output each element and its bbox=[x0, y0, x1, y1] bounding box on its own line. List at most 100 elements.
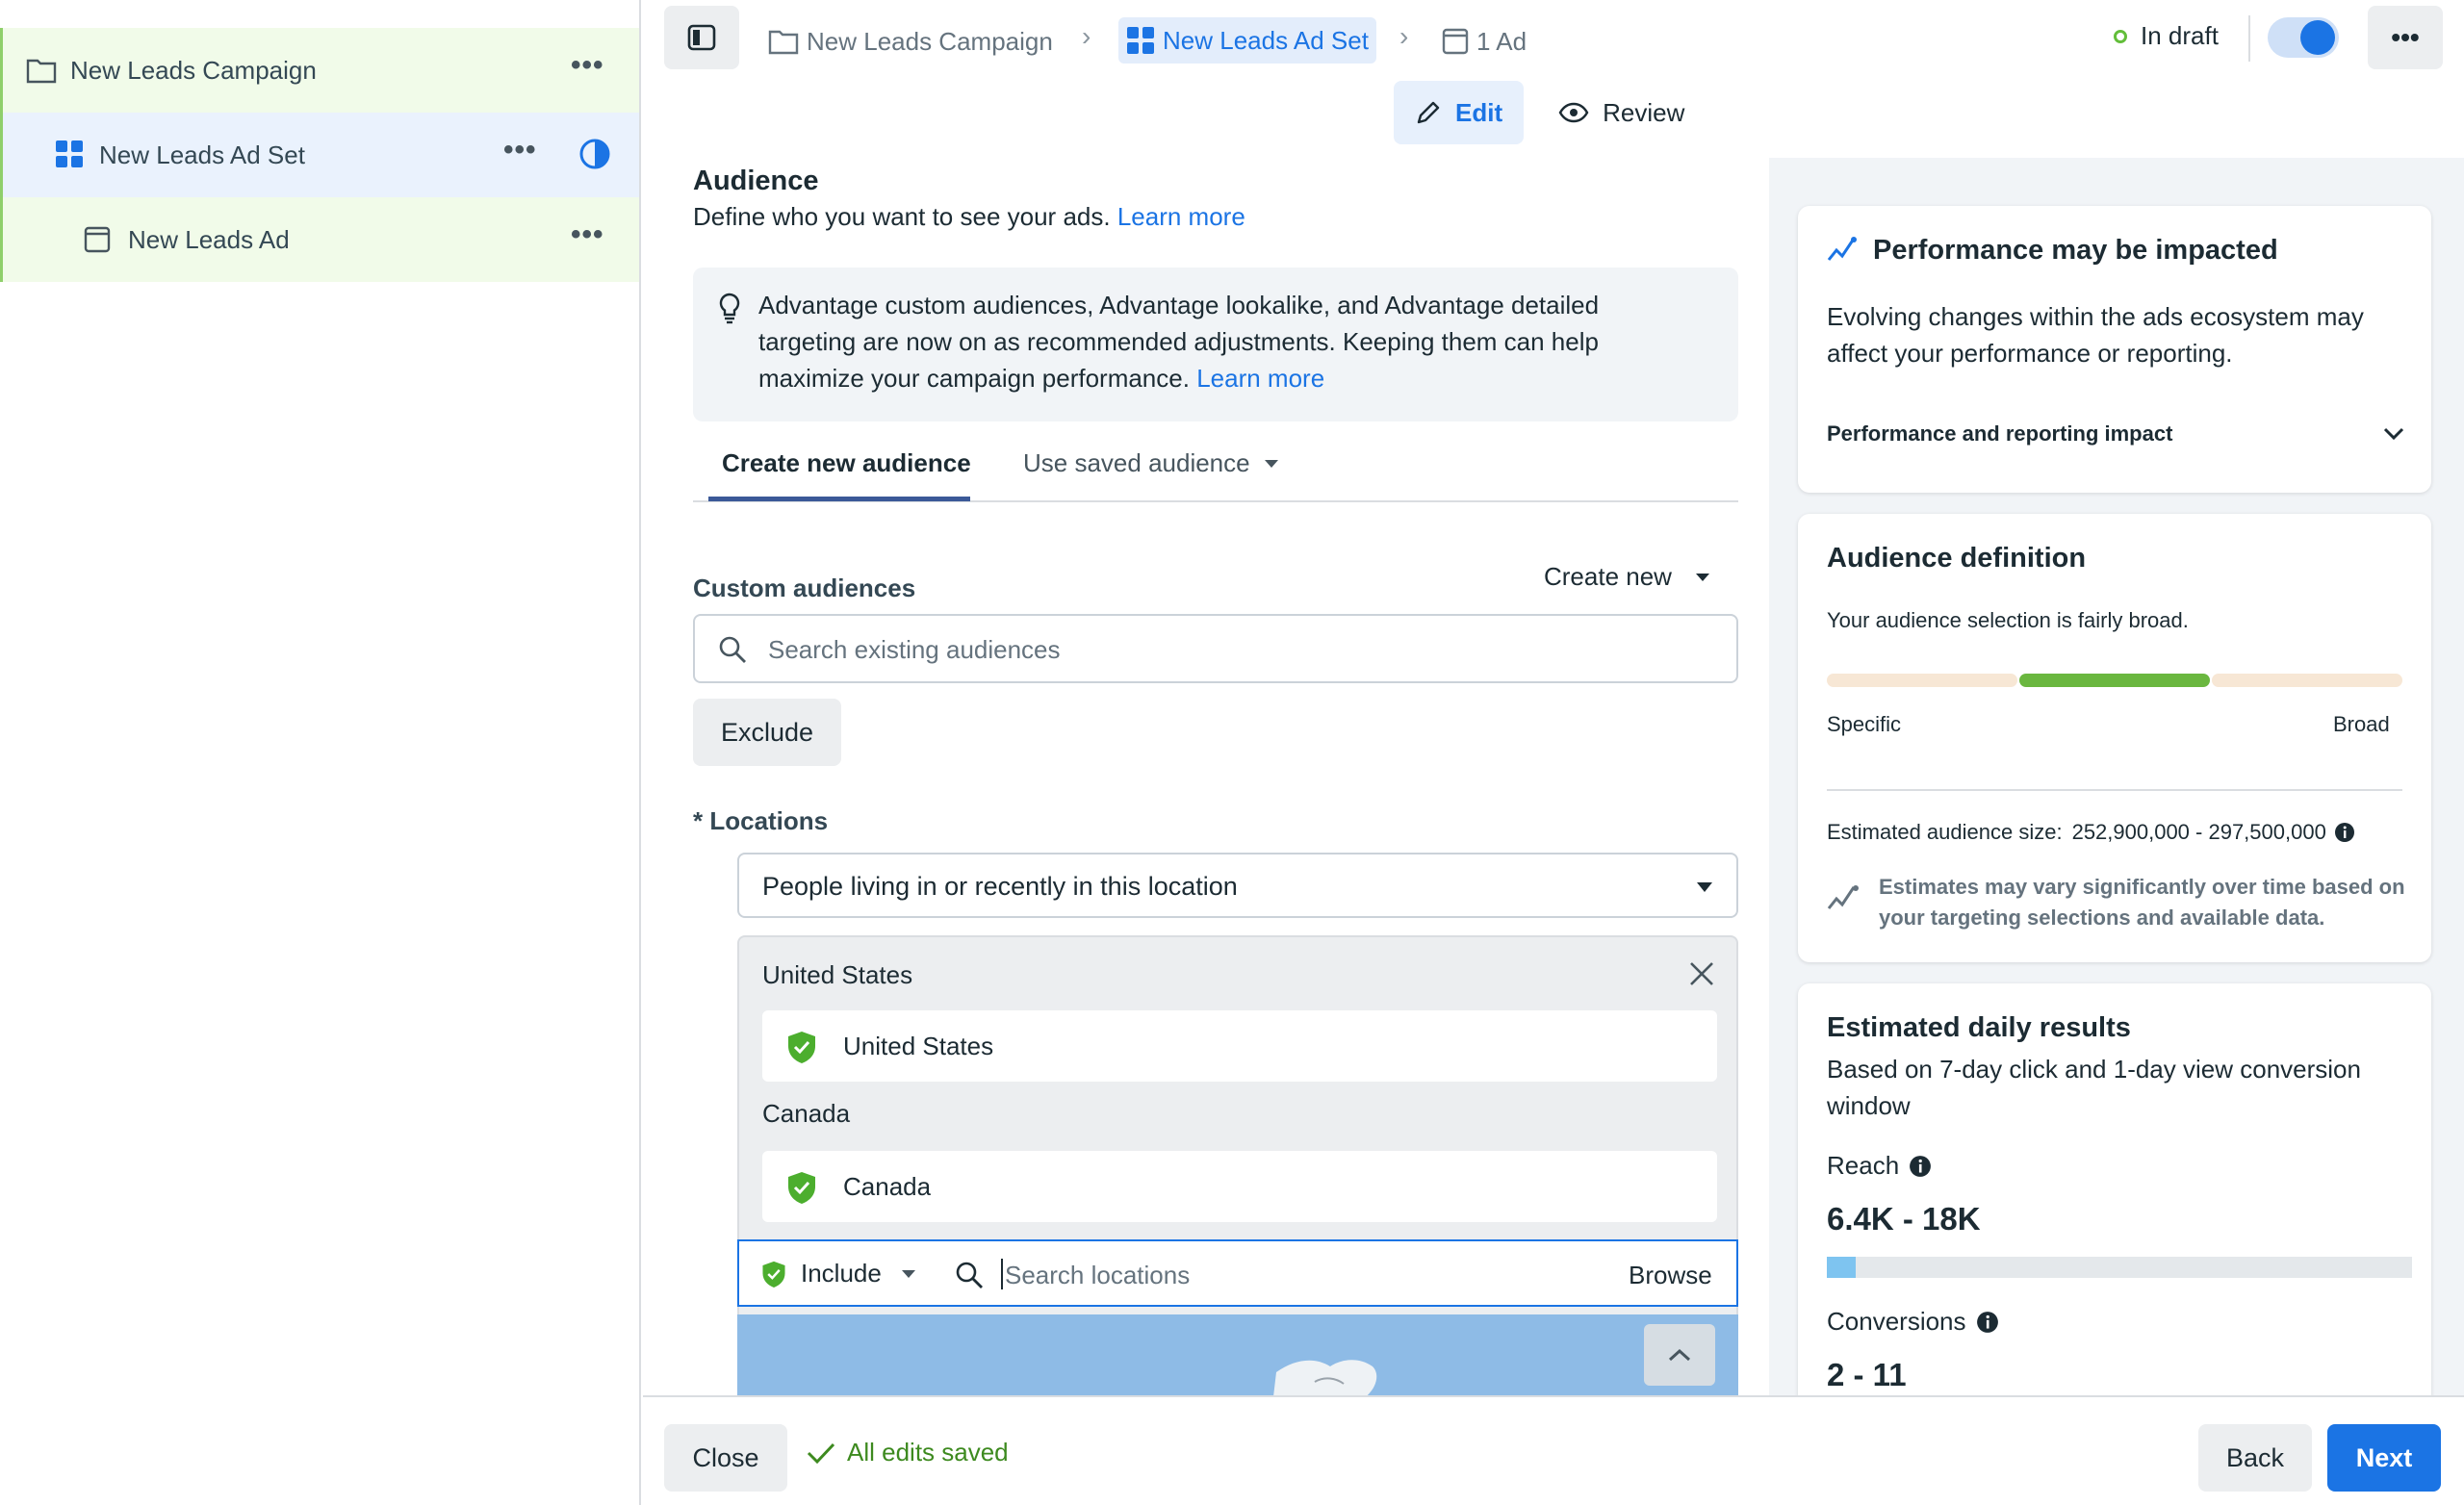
location-pin-icon bbox=[785, 1170, 818, 1205]
chevron-down-icon bbox=[2383, 427, 2404, 441]
sidebar-icon bbox=[687, 24, 716, 51]
caret-down-icon bbox=[1695, 573, 1709, 581]
footer-bar: Close All edits saved Back Next bbox=[643, 1395, 2464, 1505]
daily-title: Estimated daily results bbox=[1827, 1012, 2131, 1043]
collapse-map-button[interactable] bbox=[1644, 1324, 1715, 1386]
custom-audiences-label: Custom audiences bbox=[693, 574, 916, 602]
description-text: Define who you want to see your ads. bbox=[693, 202, 1111, 231]
more-icon[interactable]: ••• bbox=[571, 49, 604, 82]
meter-segment-broad bbox=[2212, 674, 2402, 687]
caret-down-icon bbox=[1264, 459, 1278, 468]
ad-icon bbox=[84, 226, 111, 253]
breadcrumb-ad[interactable]: 1 Ad bbox=[1442, 19, 1527, 64]
create-new-dropdown[interactable]: Create new bbox=[1544, 562, 1710, 592]
reach-label-row: Reach bbox=[1827, 1151, 1932, 1181]
close-button[interactable]: Close bbox=[664, 1424, 787, 1492]
size-value: 252,900,000 - 297,500,000 bbox=[2071, 820, 2326, 844]
tree-item-label: New Leads Ad bbox=[128, 225, 290, 254]
breadcrumb-adset[interactable]: New Leads Ad Set bbox=[1118, 17, 1376, 64]
tab-create-new-audience[interactable]: Create new audience bbox=[722, 448, 971, 478]
tree-item-ad[interactable]: New Leads Ad ••• bbox=[0, 197, 639, 282]
sidebar-toggle-button[interactable] bbox=[664, 6, 739, 69]
location-group-header: United States bbox=[762, 960, 913, 989]
info-icon[interactable] bbox=[2334, 822, 2355, 843]
edit-mode-button[interactable]: Edit bbox=[1394, 81, 1525, 144]
breadcrumb-ad-label: 1 Ad bbox=[1476, 26, 1527, 56]
draft-toggle[interactable] bbox=[2268, 17, 2339, 58]
reach-label: Reach bbox=[1827, 1151, 1900, 1180]
search-icon bbox=[718, 635, 747, 664]
definition-title: Audience definition bbox=[1827, 543, 2087, 574]
mode-switch: Edit Review bbox=[1394, 81, 1706, 144]
tree-item-adset[interactable]: New Leads Ad Set ••• bbox=[0, 113, 639, 197]
next-button[interactable]: Next bbox=[2327, 1424, 2441, 1492]
check-icon bbox=[807, 1442, 835, 1464]
text-cursor bbox=[1001, 1259, 1003, 1289]
audience-definition-card: Audience definition Your audience select… bbox=[1798, 514, 2431, 962]
location-item: Canada bbox=[762, 1151, 1717, 1222]
toggle-knob bbox=[2300, 20, 2335, 55]
section-description: Define who you want to see your ads. Lea… bbox=[693, 202, 1245, 232]
advantage-notice: Advantage custom audiences, Advantage lo… bbox=[693, 268, 1738, 421]
folder-icon bbox=[26, 57, 57, 84]
definition-summary: Your audience selection is fairly broad. bbox=[1827, 608, 2189, 632]
meter-left-label: Specific bbox=[1827, 712, 1902, 736]
campaign-tree: New Leads Campaign ••• New Leads Ad Set … bbox=[0, 0, 641, 1505]
map-graphic bbox=[737, 1314, 1738, 1395]
info-icon[interactable] bbox=[1976, 1311, 1999, 1334]
browse-button[interactable]: Browse bbox=[1629, 1261, 1712, 1290]
grid-icon bbox=[55, 140, 84, 168]
daily-subtitle: Based on 7-day click and 1-day view conv… bbox=[1827, 1055, 2361, 1120]
caret-down-icon bbox=[1697, 882, 1712, 892]
include-dropdown[interactable]: Include bbox=[760, 1259, 916, 1288]
folder-icon bbox=[768, 30, 799, 55]
performance-card: Performance may be impacted Evolving cha… bbox=[1798, 206, 2431, 493]
location-item-label: Canada bbox=[843, 1172, 932, 1201]
more-icon[interactable]: ••• bbox=[503, 134, 537, 166]
trend-icon bbox=[1827, 883, 1860, 912]
chevron-up-icon bbox=[1668, 1348, 1691, 1362]
daily-results-card: Estimated daily results Based on 7-day c… bbox=[1798, 983, 2431, 1395]
location-type-select[interactable]: People living in or recently in this loc… bbox=[737, 853, 1738, 918]
breadcrumb-adset-label: New Leads Ad Set bbox=[1163, 25, 1369, 55]
meter-segment-active bbox=[2019, 674, 2210, 687]
save-status-label: All edits saved bbox=[847, 1438, 1009, 1467]
conversions-label-row: Conversions bbox=[1827, 1307, 1999, 1337]
meter-right-label: Broad bbox=[2333, 712, 2390, 736]
search-audiences-input[interactable]: Search existing audiences bbox=[693, 614, 1738, 683]
insights-panel: Performance may be impacted Evolving cha… bbox=[1769, 158, 2464, 1395]
location-map[interactable] bbox=[737, 1314, 1738, 1395]
exclude-button[interactable]: Exclude bbox=[693, 699, 841, 766]
grid-icon bbox=[1127, 27, 1154, 54]
performance-impact-expander[interactable]: Performance and reporting impact bbox=[1827, 421, 2404, 446]
tab-use-saved-audience[interactable]: Use saved audience bbox=[1023, 448, 1279, 478]
tree-item-campaign[interactable]: New Leads Campaign ••• bbox=[0, 28, 639, 113]
estimated-audience-size: Estimated audience size: 252,900,000 - 2… bbox=[1827, 820, 2355, 845]
notice-learn-more-link[interactable]: Learn more bbox=[1196, 364, 1324, 393]
info-icon[interactable] bbox=[1909, 1155, 1932, 1178]
notice-body: Advantage custom audiences, Advantage lo… bbox=[758, 291, 1600, 393]
half-circle-icon[interactable] bbox=[578, 138, 611, 170]
location-pin-icon bbox=[762, 1261, 785, 1288]
trend-icon bbox=[1827, 235, 1858, 264]
location-search-input[interactable]: Search locations bbox=[1005, 1261, 1190, 1290]
chevron-right-icon: › bbox=[1082, 21, 1091, 51]
status-label: In draft bbox=[2141, 21, 2219, 50]
divider bbox=[2248, 15, 2250, 62]
top-bar: New Leads Campaign › New Leads Ad Set › … bbox=[643, 0, 2464, 144]
review-mode-button[interactable]: Review bbox=[1537, 81, 1706, 144]
back-button[interactable]: Back bbox=[2198, 1424, 2312, 1492]
close-icon[interactable] bbox=[1688, 960, 1715, 987]
more-icon[interactable]: ••• bbox=[571, 218, 604, 251]
search-placeholder: Search existing audiences bbox=[768, 635, 1061, 664]
meter-segment-specific bbox=[1827, 674, 2017, 687]
more-options-button[interactable]: ••• bbox=[2368, 6, 2443, 69]
section-title: Audience bbox=[693, 166, 819, 196]
reach-bar-fill bbox=[1827, 1257, 1857, 1278]
conversions-value: 2 - 11 bbox=[1827, 1357, 1907, 1392]
eye-icon bbox=[1558, 102, 1589, 123]
breadcrumb-campaign[interactable]: New Leads Campaign bbox=[768, 19, 1053, 64]
create-new-label: Create new bbox=[1544, 562, 1672, 591]
conversions-label: Conversions bbox=[1827, 1307, 1966, 1336]
learn-more-link[interactable]: Learn more bbox=[1117, 202, 1245, 231]
